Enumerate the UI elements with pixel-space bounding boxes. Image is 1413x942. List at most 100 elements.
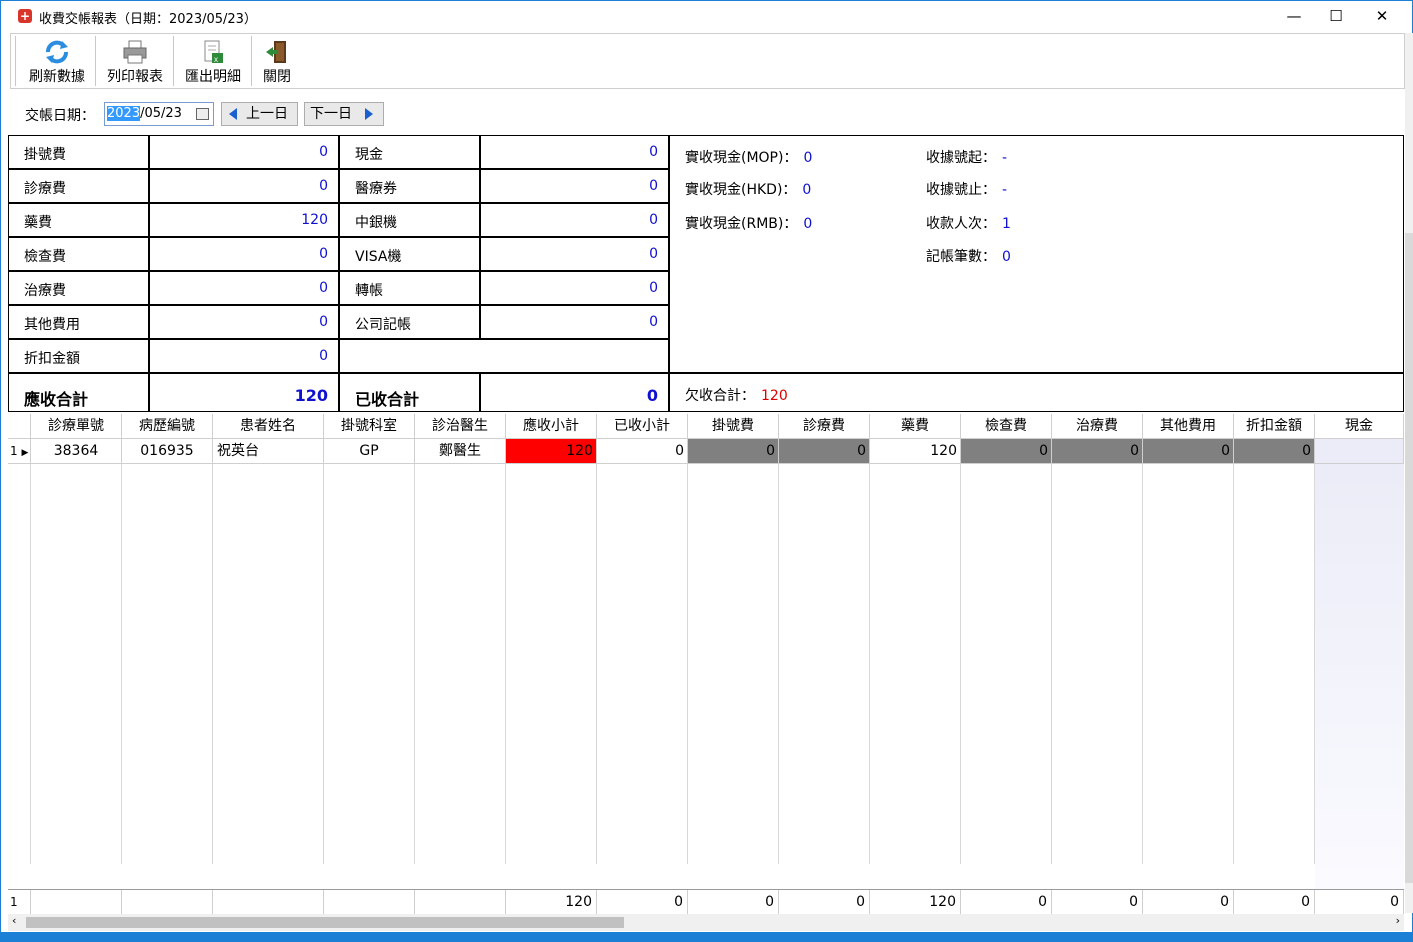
- info-panel: [670, 136, 1403, 374]
- detail-grid[interactable]: 診療單號 病歷編號 患者姓名 掛號科室 診治醫生 應收小計 已收小計 掛號費 診…: [8, 414, 1404, 914]
- calendar-icon[interactable]: [196, 108, 209, 120]
- col-header[interactable]: 掛號費: [688, 414, 779, 439]
- toolbar-separator: [173, 36, 174, 86]
- footer-index: 1: [8, 890, 31, 914]
- table-cell[interactable]: 祝英台: [213, 439, 324, 464]
- scroll-right-icon[interactable]: ›: [1396, 914, 1400, 927]
- grid-line: [121, 464, 122, 864]
- col-header[interactable]: 治療費: [1052, 414, 1143, 439]
- footer-cell: 120: [506, 890, 597, 914]
- receipt-start: 收據號起： -: [926, 150, 1008, 166]
- table-cell[interactable]: [1315, 439, 1404, 464]
- payment-value-cell: 0: [481, 136, 670, 170]
- table-cell[interactable]: 0: [597, 439, 688, 464]
- col-header[interactable]: 折扣金額: [1234, 414, 1315, 439]
- window-bottom-edge: [0, 932, 1413, 942]
- col-header[interactable]: 病歷編號: [122, 414, 213, 439]
- receipt-end: 收據號止： -: [926, 182, 1008, 198]
- close-button[interactable]: 關閉: [257, 38, 297, 86]
- payment-label-cell: 中銀機: [340, 204, 481, 238]
- fee-label-cell: 折扣金額: [9, 340, 150, 374]
- table-cell[interactable]: GP: [324, 439, 415, 464]
- close-label: 關閉: [263, 69, 291, 85]
- summary-panel: 掛號費 0 診療費 0 藥費 120 檢查費 0 治療費 0 其他費用 0 折扣…: [8, 135, 1404, 412]
- horizontal-scrollbar[interactable]: ‹ ›: [8, 914, 1404, 931]
- payment-value-cell: 0: [481, 204, 670, 238]
- received-total-label: 已收合計: [340, 374, 481, 412]
- table-cell[interactable]: 016935: [122, 439, 213, 464]
- footer-total-row: 1 120 0 0 0 120 0 0 0 0 0: [8, 889, 1404, 914]
- footer-cell: 0: [779, 890, 870, 914]
- scroll-left-icon[interactable]: ‹: [12, 914, 16, 927]
- fee-label-cell: 治療費: [9, 272, 150, 306]
- grid-line: [505, 464, 506, 864]
- table-cell-warning[interactable]: 120: [506, 439, 597, 464]
- table-cell[interactable]: 0: [1234, 439, 1315, 464]
- col-header[interactable]: 藥費: [870, 414, 961, 439]
- col-header[interactable]: 掛號科室: [324, 414, 415, 439]
- row-pointer-icon: ▶: [21, 448, 29, 458]
- row-header-corner: [8, 414, 31, 439]
- grid-line: [687, 464, 688, 864]
- table-cell[interactable]: 0: [1052, 439, 1143, 464]
- toolbar-separator: [251, 36, 252, 86]
- date-picker[interactable]: 2023/05/23: [104, 102, 214, 126]
- col-header[interactable]: 診治醫生: [415, 414, 506, 439]
- fee-label-cell: 其他費用: [9, 306, 150, 340]
- receivable-total-label: 應收合計: [9, 374, 150, 412]
- received-total-value: 0: [481, 374, 670, 412]
- table-cell[interactable]: 0: [1143, 439, 1234, 464]
- window-title: 收費交帳報表（日期：2023/05/23）: [39, 12, 257, 27]
- refresh-label: 刷新數據: [29, 69, 85, 85]
- table-cell[interactable]: 0: [688, 439, 779, 464]
- payment-label-cell: 醫療券: [340, 170, 481, 204]
- col-header[interactable]: 應收小計: [506, 414, 597, 439]
- col-header[interactable]: 已收小計: [597, 414, 688, 439]
- table-cell[interactable]: 鄭醫生: [415, 439, 506, 464]
- fee-value-cell: 0: [150, 238, 340, 272]
- payer-count: 收款人次： 1: [926, 216, 1011, 232]
- footer-cell: 0: [1052, 890, 1143, 914]
- prev-day-button[interactable]: 上一日: [221, 102, 298, 126]
- grid-line: [1233, 464, 1234, 864]
- date-label: 交帳日期：: [25, 108, 95, 124]
- toolbar-grip: [15, 36, 16, 86]
- fee-label-cell: 掛號費: [9, 136, 150, 170]
- col-header[interactable]: 檢查費: [961, 414, 1052, 439]
- footer-cell: 0: [1234, 890, 1315, 914]
- next-day-button[interactable]: 下一日: [304, 102, 384, 126]
- title-bar: + 收費交帳報表（日期：2023/05/23） — ☐ ✕: [1, 1, 1412, 31]
- footer-cell: 0: [597, 890, 688, 914]
- footer-cell: 120: [870, 890, 961, 914]
- export-excel-icon: x: [204, 40, 223, 64]
- col-header[interactable]: 其他費用: [1143, 414, 1234, 439]
- grid-line: [30, 464, 31, 864]
- col-header[interactable]: 患者姓名: [213, 414, 324, 439]
- print-button[interactable]: 列印報表: [103, 38, 167, 86]
- payment-label-cell: 公司記帳: [340, 306, 481, 340]
- refresh-button[interactable]: 刷新數據: [25, 38, 89, 86]
- prev-day-label: 上一日: [246, 106, 288, 122]
- payment-value-cell: 0: [481, 306, 670, 340]
- minimize-button[interactable]: —: [1271, 1, 1317, 31]
- export-label: 匯出明細: [185, 69, 241, 85]
- footer-cell: 0: [688, 890, 779, 914]
- col-header[interactable]: 診療單號: [31, 414, 122, 439]
- export-button[interactable]: x 匯出明細: [181, 38, 245, 86]
- table-cell[interactable]: 0: [779, 439, 870, 464]
- refresh-icon: [46, 40, 68, 64]
- close-window-button[interactable]: ✕: [1359, 1, 1405, 31]
- maximize-button[interactable]: ☐: [1313, 1, 1359, 31]
- col-header[interactable]: 診療費: [779, 414, 870, 439]
- table-cell[interactable]: 0: [961, 439, 1052, 464]
- next-day-label: 下一日: [310, 106, 352, 122]
- grid-line: [596, 464, 597, 864]
- toolbar-separator: [95, 36, 96, 86]
- row-header[interactable]: 1 ▶: [8, 439, 31, 464]
- col-header[interactable]: 現金: [1315, 414, 1404, 439]
- vertical-scroll-thumb[interactable]: [1405, 233, 1413, 883]
- table-cell[interactable]: 120: [870, 439, 961, 464]
- vertical-scrollbar[interactable]: [1405, 33, 1413, 913]
- horizontal-scroll-thumb[interactable]: [26, 917, 624, 928]
- table-cell[interactable]: 38364: [31, 439, 122, 464]
